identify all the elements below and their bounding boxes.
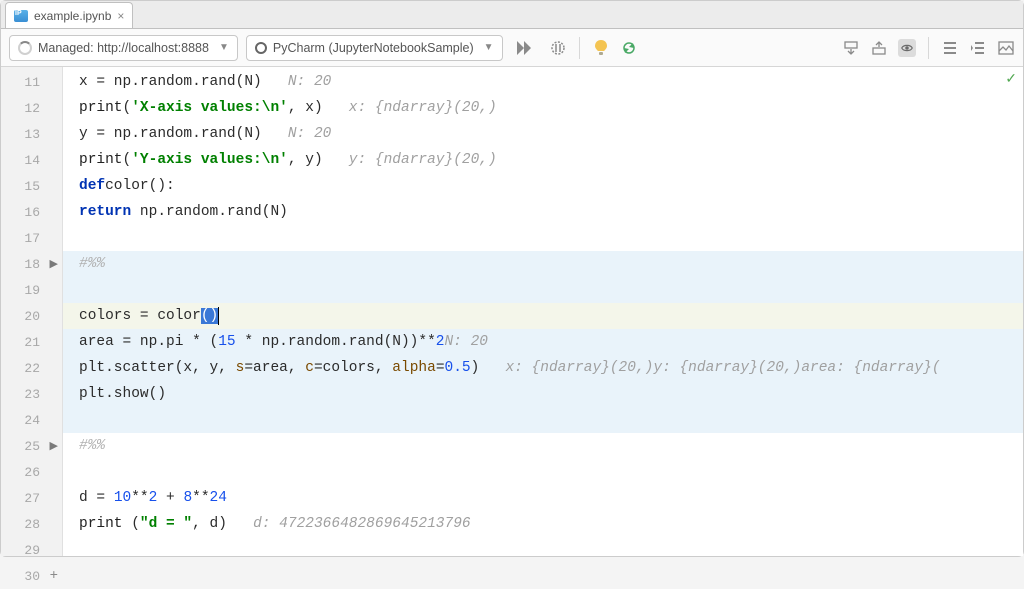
- separator: [579, 37, 580, 59]
- code-line: print('X-axis values:\n', x) x: {ndarray…: [63, 95, 1023, 121]
- kernel-combo[interactable]: PyCharm (JupyterNotebookSample) ▼: [246, 35, 503, 61]
- tab-filename: example.ipynb: [34, 9, 111, 23]
- line-number: 15: [1, 173, 62, 199]
- tab-bar: example.ipynb ×: [1, 1, 1023, 29]
- code-line: area = np.pi * (15 * np.random.rand(N))*…: [63, 329, 1023, 355]
- code-line: d = 10**2 + 8**24: [63, 485, 1023, 511]
- add-cell-icon[interactable]: +: [50, 568, 58, 584]
- code-line: plt.scatter(x, y, s=area, c=colors, alph…: [63, 355, 1023, 381]
- code-line: [63, 407, 1023, 433]
- line-number: 20: [1, 303, 62, 329]
- line-number: 21: [1, 329, 62, 355]
- code-line: [63, 277, 1023, 303]
- cell-marker: #%%: [63, 251, 1023, 277]
- code-line: print('Y-axis values:\n', y) y: {ndarray…: [63, 147, 1023, 173]
- cell-above-icon[interactable]: [870, 39, 888, 57]
- toolbar: Managed: http://localhost:8888 ▼ PyCharm…: [1, 29, 1023, 67]
- line-number: 30+: [1, 563, 62, 589]
- line-number: 14: [1, 147, 62, 173]
- file-tab[interactable]: example.ipynb ×: [5, 2, 133, 28]
- line-number: 22: [1, 355, 62, 381]
- line-number: 11: [1, 69, 62, 95]
- indent-icon[interactable]: [969, 39, 987, 57]
- line-number: 23: [1, 381, 62, 407]
- code-line: [63, 563, 1023, 589]
- code-line: x = np.random.rand(N) N: 20: [63, 69, 1023, 95]
- cell-below-icon[interactable]: [842, 39, 860, 57]
- line-number: 12: [1, 95, 62, 121]
- code-area[interactable]: x = np.random.rand(N) N: 20 print('X-axi…: [63, 67, 1023, 556]
- server-label: Managed: http://localhost:8888: [38, 41, 209, 55]
- interrupt-icon[interactable]: [549, 39, 567, 57]
- line-number: 19: [1, 277, 62, 303]
- server-combo[interactable]: Managed: http://localhost:8888 ▼: [9, 35, 238, 61]
- separator: [928, 37, 929, 59]
- line-number: 13: [1, 121, 62, 147]
- caret: [218, 307, 219, 325]
- loading-icon: [18, 41, 32, 55]
- jupyter-icon: [14, 10, 28, 22]
- code-line: return np.random.rand(N): [63, 199, 1023, 225]
- code-line: plt.show(): [63, 381, 1023, 407]
- python-icon: [255, 42, 267, 54]
- line-number: 16: [1, 199, 62, 225]
- preview-icon[interactable]: [898, 39, 916, 57]
- code-line: [63, 225, 1023, 251]
- code-line: [63, 459, 1023, 485]
- sync-icon[interactable]: [620, 39, 638, 57]
- cell-marker: #%%: [63, 433, 1023, 459]
- bulb-icon[interactable]: [592, 39, 610, 57]
- line-number: 24: [1, 407, 62, 433]
- code-line: y = np.random.rand(N) N: 20: [63, 121, 1023, 147]
- image-icon[interactable]: [997, 39, 1015, 57]
- gutter: 11 12 13 14 15 16 17 18▶ 19 20 21 22 23 …: [1, 67, 63, 556]
- kernel-label: PyCharm (JupyterNotebookSample): [273, 41, 474, 55]
- list-icon[interactable]: [941, 39, 959, 57]
- run-all-icon[interactable]: [517, 39, 535, 57]
- close-icon[interactable]: ×: [117, 9, 124, 23]
- line-number: 25▶: [1, 433, 62, 459]
- code-line: def color():: [63, 173, 1023, 199]
- line-number: 27: [1, 485, 62, 511]
- line-number: 28: [1, 511, 62, 537]
- line-number: 29: [1, 537, 62, 563]
- line-number: 17: [1, 225, 62, 251]
- code-line: colors = color(): [63, 303, 1023, 329]
- line-number: 26: [1, 459, 62, 485]
- line-number: 18▶: [1, 251, 62, 277]
- code-line: [63, 537, 1023, 563]
- chevron-down-icon: ▼: [484, 42, 494, 53]
- code-editor[interactable]: ✓ 11 12 13 14 15 16 17 18▶ 19 20 21 22 2…: [1, 67, 1023, 556]
- chevron-down-icon: ▼: [219, 42, 229, 53]
- code-line: print ("d = ", d) d: 4722366482869645213…: [63, 511, 1023, 537]
- run-cell-icon[interactable]: ▶: [50, 257, 58, 271]
- run-cell-icon[interactable]: ▶: [50, 439, 58, 453]
